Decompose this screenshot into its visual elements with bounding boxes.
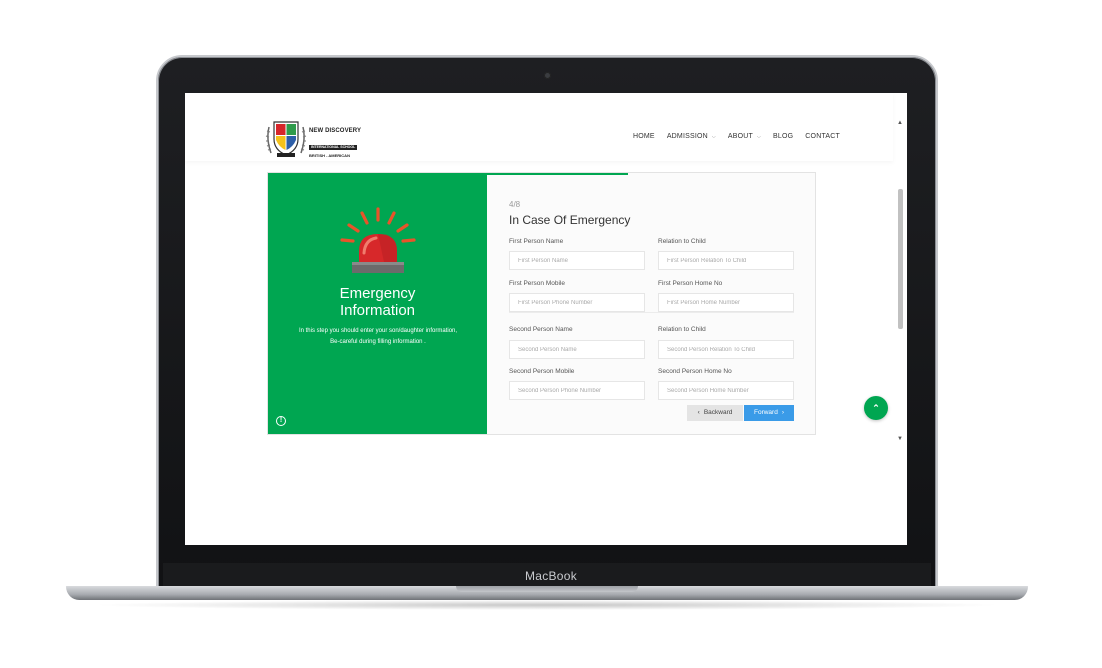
first-relation-label: Relation to Child <box>658 238 706 245</box>
second-person-home-input[interactable] <box>658 381 794 400</box>
form-divider <box>509 312 794 313</box>
panel-description: In this step you should enter your son/d… <box>298 328 458 345</box>
emergency-form-card: Emergency Information In this step you s… <box>267 172 816 435</box>
first-person-home-label: First Person Home No <box>658 280 723 287</box>
nav-item-label: ABOUT <box>727 133 754 140</box>
logo-line-3: BRITISH - AMERICAN <box>309 153 350 158</box>
chevron-down-icon: ⌵ <box>757 133 762 140</box>
backward-button[interactable]: ‹ Backward <box>687 405 743 421</box>
scroll-to-top-button[interactable]: ⌃ <box>864 396 888 420</box>
site-header: NEW DISCOVERY INTERNATIONAL SCHOOL BRITI… <box>185 93 893 161</box>
nav-item-contact[interactable]: CONTACT <box>805 133 840 140</box>
logo-line-1: NEW DISCOVERY <box>309 128 362 134</box>
panel-title: Emergency Information <box>268 285 487 319</box>
nav-item-blog[interactable]: BLOG <box>773 133 793 140</box>
nav-item-label: CONTACT <box>805 133 841 140</box>
page-scrollbar[interactable]: ▲ ▼ <box>896 119 904 443</box>
nav-item-home[interactable]: HOME <box>633 133 655 140</box>
nav-item-about[interactable]: ABOUT ⌵ <box>728 133 761 140</box>
laptop-notch <box>456 586 638 592</box>
first-person-mobile-label: First Person Mobile <box>509 280 565 287</box>
second-relation-input[interactable] <box>658 340 794 359</box>
step-indicator: 4/8 <box>509 200 521 209</box>
scroll-down-arrow-icon[interactable]: ▼ <box>896 435 904 443</box>
school-logo[interactable]: NEW DISCOVERY INTERNATIONAL SCHOOL BRITI… <box>265 119 365 159</box>
second-person-name-label: Second Person Name <box>509 326 573 333</box>
second-person-mobile-input[interactable] <box>509 381 645 400</box>
first-person-name-label: First Person Name <box>509 238 564 245</box>
step-info-panel: Emergency Information In this step you s… <box>268 173 487 434</box>
chevron-right-icon: › <box>781 409 784 416</box>
chevron-down-icon: ⌵ <box>711 133 716 140</box>
double-chevron-up-icon: ⌃ <box>872 403 880 413</box>
second-person-home-label: Second Person Home No <box>658 368 732 375</box>
siren-icon <box>340 207 416 273</box>
first-person-home-input[interactable] <box>658 293 794 312</box>
chevron-left-icon: ‹ <box>697 409 700 416</box>
main-nav: HOME ADMISSION ⌵ ABOUT ⌵ BLOG CONTACT <box>633 133 852 140</box>
forward-button[interactable]: Forward › <box>744 405 794 421</box>
backward-button-label: Backward <box>703 409 733 416</box>
second-relation-label: Relation to Child <box>658 326 706 333</box>
nav-item-label: ADMISSION <box>666 133 708 140</box>
logo-text: NEW DISCOVERY INTERNATIONAL SCHOOL BRITI… <box>309 128 365 159</box>
logo-line-2: INTERNATIONAL SCHOOL <box>309 145 358 150</box>
nav-item-label: BLOG <box>773 133 794 140</box>
second-person-name-input[interactable] <box>509 340 645 359</box>
first-person-name-input[interactable] <box>509 251 645 270</box>
first-person-mobile-input[interactable] <box>509 293 645 312</box>
camera-icon <box>544 72 551 79</box>
laptop-brand-label: MacBook <box>524 569 578 583</box>
laptop-shadow <box>90 600 1004 610</box>
scroll-up-arrow-icon[interactable]: ▲ <box>896 119 904 127</box>
panel-title-line-2: Information <box>339 302 416 319</box>
second-person-mobile-label: Second Person Mobile <box>509 368 575 375</box>
info-icon[interactable]: ! <box>276 416 286 426</box>
browser-screen: NEW DISCOVERY INTERNATIONAL SCHOOL BRITI… <box>185 93 907 545</box>
forward-button-label: Forward <box>753 409 778 416</box>
first-relation-input[interactable] <box>658 251 794 270</box>
nav-item-label: HOME <box>633 133 655 140</box>
school-crest-icon <box>265 121 307 157</box>
scrollbar-thumb[interactable] <box>898 189 903 329</box>
panel-title-line-1: Emergency <box>339 285 416 302</box>
nav-item-admission[interactable]: ADMISSION ⌵ <box>667 133 716 140</box>
form-progress-bar <box>487 173 628 175</box>
form-title: In Case Of Emergency <box>509 213 631 227</box>
